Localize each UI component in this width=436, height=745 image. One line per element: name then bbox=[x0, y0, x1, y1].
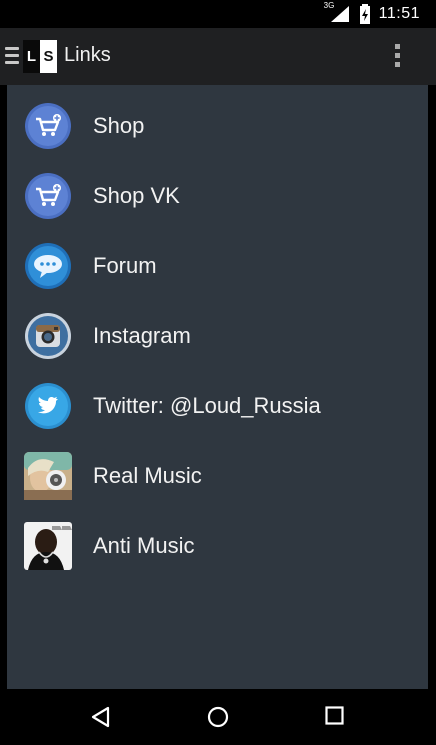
battery-icon bbox=[359, 4, 371, 24]
list-item-label: Anti Music bbox=[93, 533, 195, 558]
instagram-icon bbox=[24, 312, 72, 360]
status-bar: 3G 11:51 bbox=[0, 0, 436, 28]
twitter-icon bbox=[24, 382, 72, 430]
logo-letter-s: S bbox=[40, 40, 57, 73]
drawer-toggle-icon[interactable] bbox=[5, 47, 19, 65]
navigation-bar bbox=[0, 689, 436, 745]
home-icon[interactable] bbox=[207, 706, 229, 728]
list-item-label: Instagram bbox=[93, 323, 191, 348]
list-item-anti-music[interactable]: Anti Music bbox=[7, 510, 428, 580]
list-item-label: Twitter: @Loud_Russia bbox=[93, 393, 321, 418]
right-edge bbox=[428, 85, 436, 689]
overflow-menu-icon[interactable] bbox=[394, 44, 400, 68]
links-list: Shop Shop VK Forum Instagram Twitter: @L… bbox=[7, 90, 428, 580]
network-type: 3G bbox=[323, 1, 335, 10]
list-item-shop-vk[interactable]: Shop VK bbox=[7, 160, 428, 230]
page-title: Links bbox=[64, 44, 111, 66]
status-icons: 3G 11:51 bbox=[324, 1, 420, 24]
shopping-cart-icon bbox=[24, 102, 72, 150]
clock: 11:51 bbox=[378, 5, 420, 22]
left-edge bbox=[0, 85, 7, 689]
shopping-cart-icon bbox=[24, 172, 72, 220]
list-item-real-music[interactable]: Real Music bbox=[7, 440, 428, 510]
list-item-forum[interactable]: Forum bbox=[7, 230, 428, 300]
list-item-instagram[interactable]: Instagram bbox=[7, 300, 428, 370]
signal-icon: 3G bbox=[324, 1, 351, 24]
anti-music-thumbnail bbox=[24, 522, 72, 570]
real-music-thumbnail bbox=[24, 452, 72, 500]
list-item-label: Forum bbox=[93, 253, 157, 278]
logo-letter-l: L bbox=[23, 40, 40, 73]
recent-apps-icon[interactable] bbox=[325, 706, 344, 725]
list-item-twitter[interactable]: Twitter: @Loud_Russia bbox=[7, 370, 428, 440]
app-logo[interactable]: L S bbox=[23, 40, 57, 73]
list-item-label: Real Music bbox=[93, 463, 202, 488]
chat-bubble-icon bbox=[24, 242, 72, 290]
back-icon[interactable] bbox=[90, 706, 112, 728]
list-item-label: Shop VK bbox=[93, 183, 180, 208]
list-item-shop[interactable]: Shop bbox=[7, 90, 428, 160]
list-item-label: Shop bbox=[93, 113, 145, 138]
